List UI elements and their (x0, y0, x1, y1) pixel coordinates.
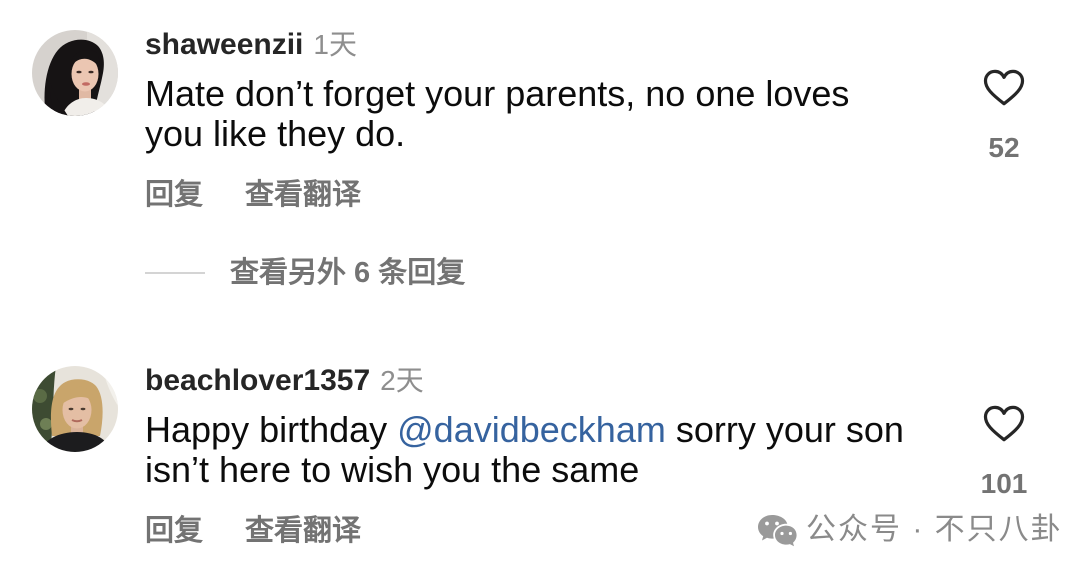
watermark-text: 公众号 · 不只八卦 (806, 513, 1063, 546)
comment-text-line: Happy birthday @davidbeckham sorry your … (145, 410, 904, 450)
like-button[interactable] (983, 405, 1025, 443)
timestamp: 1天 (313, 29, 357, 60)
heart-outline-icon (983, 405, 1025, 442)
avatar[interactable] (32, 366, 118, 452)
like-button[interactable] (983, 69, 1025, 107)
replies-divider (145, 272, 205, 274)
reply-button[interactable]: 回复 (145, 177, 203, 213)
username[interactable]: beachlover1357 (145, 364, 370, 397)
mention-link[interactable]: @davidbeckham (397, 409, 666, 450)
heart-outline-icon (983, 69, 1025, 106)
avatar-image (32, 30, 118, 116)
avatar[interactable] (32, 30, 118, 116)
see-translation-button[interactable]: 查看翻译 (245, 177, 361, 213)
comment-header: beachlover1357 2天 (145, 363, 424, 399)
username[interactable]: shaweenzii (145, 28, 303, 61)
comment-text-line: Mate don’t forget your parents, no one l… (145, 73, 850, 114)
comment-header: shaweenzii 1天 (145, 27, 357, 63)
wechat-icon (757, 513, 797, 548)
comment-text-line: isn’t here to wish you the same (145, 449, 640, 490)
reply-button[interactable]: 回复 (145, 513, 203, 549)
comment: shaweenzii 1天 Mate don’t forget your pare… (0, 0, 1080, 237)
comment-text: sorry your son (665, 409, 904, 450)
comment-text-line: you like they do. (145, 113, 406, 154)
like-count[interactable]: 101 (954, 466, 1054, 502)
timestamp: 2天 (380, 365, 424, 396)
view-more-replies-button[interactable]: 查看另外 6 条回复 (230, 255, 465, 291)
see-translation-button[interactable]: 查看翻译 (245, 513, 361, 549)
avatar-image (32, 366, 118, 452)
like-count[interactable]: 52 (954, 130, 1054, 166)
comment-text: Happy birthday (145, 409, 398, 450)
wechat-icon-graphic (758, 515, 797, 547)
